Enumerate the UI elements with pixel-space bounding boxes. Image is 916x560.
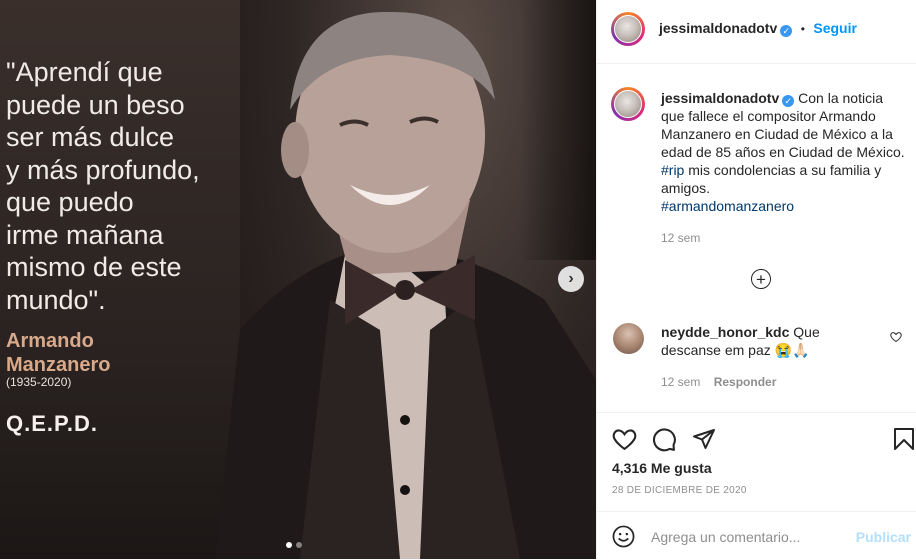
comment-username[interactable]: neydde_honor_kdc [661,324,789,340]
follow-button[interactable]: Seguir [813,20,857,36]
comment-time[interactable]: 12 sem [661,375,700,389]
emoji-icon[interactable] [612,525,635,548]
comment-icon[interactable] [652,427,677,452]
comment-heart-icon[interactable] [890,331,902,343]
comment: neydde_honor_kdc Que descanse em paz 😭🙏🏻… [661,323,881,391]
header-username[interactable]: jessimaldonadotv [659,20,777,36]
separator: • [800,22,805,36]
verified-icon: ✓ [782,95,795,107]
comment-input[interactable]: Agrega un comentario... [651,529,800,545]
action-bar [597,412,916,452]
comment-meta: 12 sem Responder [661,373,881,391]
hashtag-rip[interactable]: #rip [661,162,684,178]
header-user: jessimaldonadotv ✓ • Seguir [659,20,857,38]
photo-shadow [520,0,596,260]
caption-avatar[interactable] [611,87,645,121]
rip-text: Q.E.P.D. [6,411,98,436]
comment-avatar[interactable] [613,323,644,354]
author-years: (1935-2020) [6,375,72,389]
publish-button[interactable]: Publicar [856,529,911,545]
bookmark-icon[interactable] [893,427,915,451]
author-name: Armando Manzanero [6,330,111,376]
hashtag-armandomanzanero[interactable]: #armandomanzanero [661,197,907,215]
heart-icon[interactable] [612,427,637,452]
caption-time[interactable]: 12 sem [661,229,907,247]
next-arrow-icon[interactable]: › [558,266,584,292]
carousel-dots [286,542,302,548]
like-count[interactable]: 4,316 Me gusta [612,460,712,476]
post-date[interactable]: 28 DE DICIEMBRE DE 2020 [612,485,747,496]
add-comment-circle-icon[interactable]: + [751,269,771,289]
caption-username[interactable]: jessimaldonadotv [661,90,779,106]
carousel-dot-active [286,542,292,548]
quote-text: "Aprendí que puede un beso ser más dulce… [6,57,200,315]
post-header: jessimaldonadotv ✓ • Seguir [597,0,916,64]
caption: jessimaldonadotv ✓ Con la noticia que fal… [661,89,907,247]
add-comment-bar: Agrega un comentario... Publicar [597,511,916,560]
verified-icon: ✓ [780,25,793,37]
reply-button[interactable]: Responder [714,375,777,389]
post-image[interactable]: "Aprendí que puede un beso ser más dulce… [0,0,596,559]
carousel-dot [296,542,302,548]
post-sidebar: jessimaldonadotv ✓ • Seguir jessimaldonad… [596,0,916,559]
share-icon[interactable] [692,427,716,451]
caption-text-2: mis condolencias a su familia y amigos. [661,162,882,196]
avatar[interactable] [611,12,645,46]
